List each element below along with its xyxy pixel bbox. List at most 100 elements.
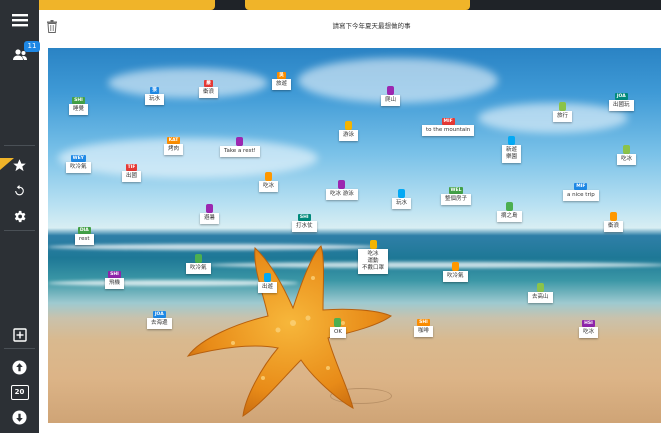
sticky-note[interactable]: 衝浪: [604, 212, 624, 232]
divider: [4, 230, 35, 231]
page-down-button[interactable]: [0, 404, 39, 430]
sticky-note[interactable]: WEY 吹冷氣: [66, 155, 91, 173]
sticky-note[interactable]: 新遊 樂園: [502, 136, 522, 163]
sticky-note[interactable]: OK: [330, 318, 346, 338]
sticky-note[interactable]: 張玩水: [145, 87, 165, 105]
sticky-note[interactable]: Take a rest!: [220, 137, 260, 157]
sticky-note[interactable]: 去高山: [528, 283, 553, 303]
note-text: 游泳: [339, 130, 359, 141]
add-page-button[interactable]: [0, 322, 39, 348]
note-text: 整個房子: [441, 194, 472, 205]
page-counter: 20: [0, 379, 39, 405]
menu-button[interactable]: [0, 7, 39, 33]
sticky-note[interactable]: 游泳: [339, 121, 359, 141]
sticky-note[interactable]: SHI 飛機: [105, 271, 125, 289]
note-text: 打水仗: [292, 221, 317, 232]
note-text: 飛機: [105, 278, 125, 289]
note-pin-icon: [536, 283, 544, 292]
sticky-note[interactable]: SHI 打水仗: [292, 214, 317, 232]
note-text: Take a rest!: [220, 146, 260, 157]
sticky-note[interactable]: 吃冰 游泳: [326, 180, 358, 200]
sticky-note[interactable]: 吳旅遊: [272, 72, 292, 90]
trash-button[interactable]: [47, 18, 57, 37]
divider: [4, 348, 35, 349]
note-author-tag: WEL: [448, 187, 464, 194]
board-title: 請寫下今年夏天最想做的事: [332, 22, 411, 30]
note-author-tag: SHI: [72, 97, 85, 104]
note-text: 睡覺: [69, 104, 89, 115]
note-text: 衝浪: [604, 221, 624, 232]
note-text: 出國玩: [609, 100, 634, 111]
sticky-note[interactable]: 出遊: [258, 273, 278, 293]
top-tab-left[interactable]: [30, 0, 215, 10]
sticky-note[interactable]: 吹冷氣: [186, 254, 211, 274]
note-pin-icon: [236, 137, 244, 146]
sticky-note[interactable]: HSI 吃冰: [579, 320, 599, 338]
note-pin-icon: [387, 86, 394, 95]
sticky-note[interactable]: 避暑: [200, 204, 220, 224]
top-tab-right[interactable]: [245, 0, 470, 10]
note-text: 避暑: [200, 213, 220, 224]
note-pin-icon: [559, 102, 566, 111]
note-author-tag: HSI: [582, 320, 595, 327]
sticky-note[interactable]: 摘之島: [497, 202, 522, 222]
note-text: 吃冰: [617, 154, 637, 165]
refresh-icon: [15, 185, 24, 196]
note-text: 玩水: [145, 94, 165, 105]
sticky-note[interactable]: SHI 咖啡: [414, 319, 434, 337]
note-author-tag: 吳: [277, 72, 286, 79]
note-pin-icon: [508, 136, 515, 145]
note-author-tag: SHI: [417, 319, 430, 326]
note-text: 玩水: [392, 198, 412, 209]
sticky-note[interactable]: DIA rest: [75, 227, 94, 245]
note-pin-icon: [194, 254, 202, 263]
page-up-button[interactable]: [0, 354, 39, 380]
cloud: [108, 68, 268, 98]
note-pin-icon: [623, 145, 630, 154]
note-text: to the mountain: [422, 125, 475, 136]
note-author-tag: 嚴: [204, 80, 213, 87]
note-text: 吃冰: [579, 327, 599, 338]
sticky-note[interactable]: 吃冰: [259, 172, 279, 192]
note-text: 吃冰: [259, 181, 279, 192]
trash-icon: [47, 20, 57, 33]
sticky-note[interactable]: 爬山: [381, 86, 401, 106]
note-pin-icon: [505, 202, 513, 211]
note-author-tag: SHI: [108, 271, 121, 278]
sticky-note[interactable]: 吃冰 運動 不戴口罩: [358, 240, 389, 274]
sticky-note[interactable]: 旅行: [553, 102, 573, 122]
note-text: 旅行: [553, 111, 573, 122]
note-text: 吃冰 游泳: [326, 189, 358, 200]
note-pin-icon: [398, 189, 405, 198]
note-text: 旅遊: [272, 79, 292, 90]
add-icon: [12, 328, 27, 342]
sticky-note[interactable]: WEL 整個房子: [441, 187, 472, 205]
sidebar: 11 20: [0, 0, 40, 433]
note-author-tag: JOA: [152, 311, 166, 318]
sticky-note[interactable]: KAT 烤肉: [164, 137, 184, 155]
note-text: 新遊 樂園: [502, 145, 522, 163]
note-pin-icon: [206, 204, 213, 213]
sticky-note[interactable]: SHI 睡覺: [69, 97, 89, 115]
note-author-tag: KAT: [166, 137, 181, 144]
note-pin-icon: [345, 121, 352, 130]
sticky-note[interactable]: MIF to the mountain: [422, 118, 475, 136]
refresh-button[interactable]: [0, 178, 39, 204]
orange-marker: [0, 158, 14, 170]
sticky-note[interactable]: 嚴衝浪: [199, 80, 219, 98]
note-pin-icon: [610, 212, 617, 221]
sticky-note[interactable]: MIF a nice trip: [563, 183, 599, 201]
note-author-tag: WEY: [70, 155, 86, 162]
sticky-note[interactable]: 吃冰: [617, 145, 637, 165]
note-text: 衝浪: [199, 87, 219, 98]
sticky-note[interactable]: JOA 去海邊: [147, 311, 172, 329]
sticky-note[interactable]: 吹冷氣: [443, 262, 468, 282]
settings-button[interactable]: [0, 203, 39, 229]
sticky-note[interactable]: JOA 出國玩: [609, 93, 634, 111]
sticky-note[interactable]: 玩水: [392, 189, 412, 209]
note-author-tag: DIA: [77, 227, 91, 234]
sticky-note[interactable]: TIF 出國: [122, 164, 142, 182]
note-text: 爬山: [381, 95, 401, 106]
note-author-tag: TIF: [125, 164, 138, 171]
note-text: 去高山: [528, 292, 553, 303]
